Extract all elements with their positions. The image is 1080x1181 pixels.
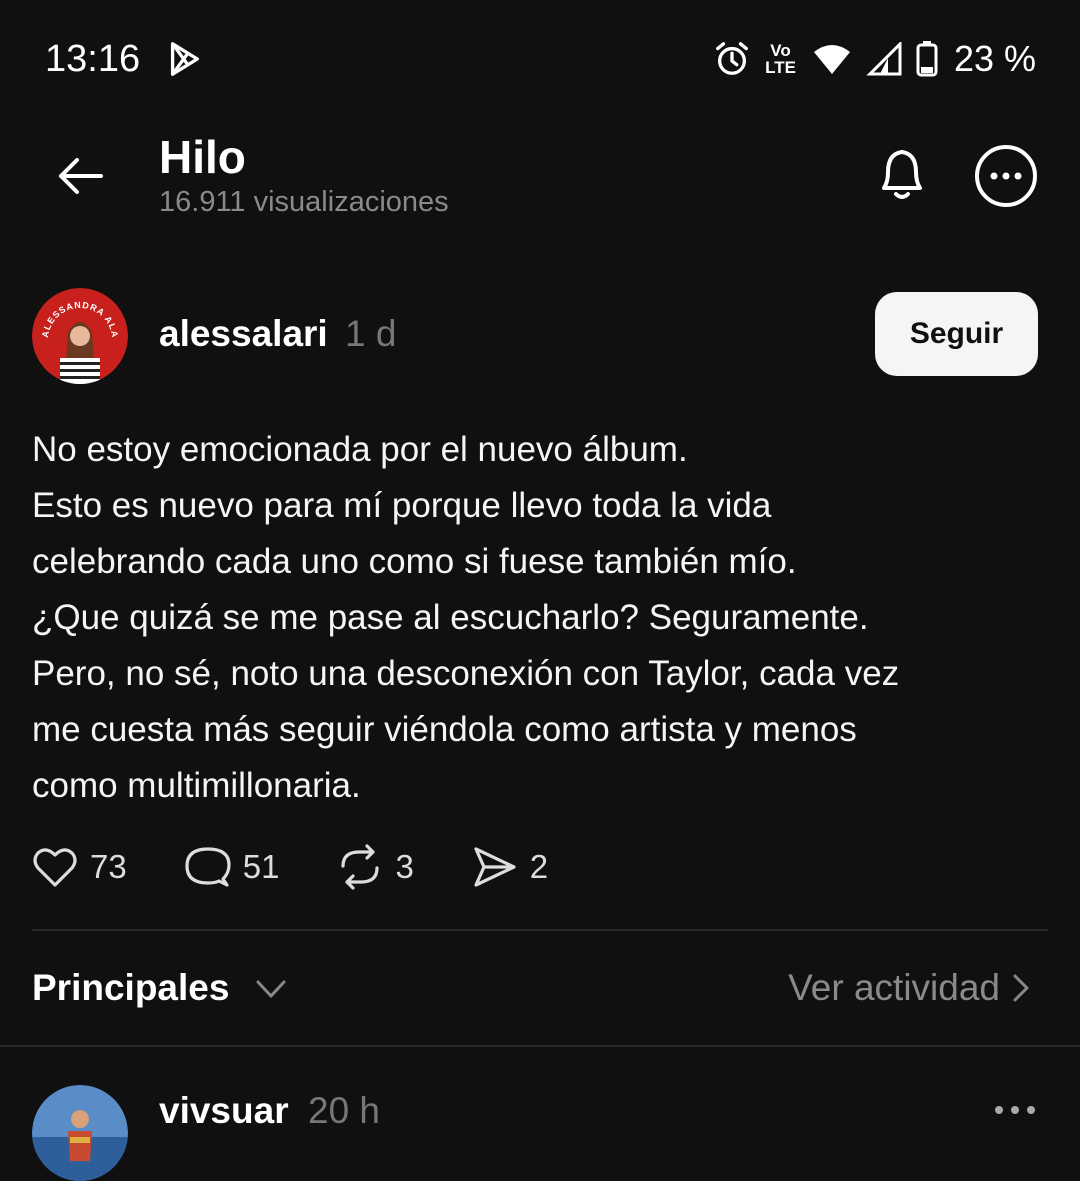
like-button[interactable]: 73 — [32, 846, 127, 888]
volte-bottom-label: LTE — [765, 58, 796, 77]
battery-icon — [916, 41, 938, 77]
reply-more-button[interactable] — [990, 1098, 1040, 1122]
follow-button[interactable]: Seguir — [875, 292, 1038, 376]
post-username[interactable]: alessalari — [159, 313, 328, 355]
back-button[interactable] — [52, 148, 108, 204]
post-text-line: como multimillonaria. — [32, 766, 361, 805]
thread-header: Hilo 16.911 visualizaciones — [0, 118, 1080, 238]
signal-icon — [866, 42, 902, 76]
post-text-line: ¿Que quizá se me pase al escucharlo? Seg… — [32, 598, 869, 637]
post-text-line: Pero, no sé, noto una desconexión con Ta… — [32, 654, 900, 693]
battery-percent: 23 % — [953, 38, 1036, 79]
post-text-line: me cuesta más seguir viéndola como artis… — [32, 710, 857, 749]
sort-dropdown[interactable]: Principales — [32, 967, 229, 1009]
post-text: No estoy emocionada por el nuevo álbum. … — [32, 422, 1042, 814]
avatar[interactable]: ALESSANDRA ALARI — [32, 288, 128, 384]
volte-icon: Vo LTE — [765, 42, 796, 76]
post-text-line: No estoy emocionada por el nuevo álbum. — [32, 430, 688, 469]
replies-sort-row: Principales Ver actividad — [0, 950, 1080, 1030]
reply-username[interactable]: vivsuar — [159, 1090, 289, 1132]
reply-avatar-image — [32, 1085, 128, 1181]
share-button[interactable]: 2 — [472, 845, 548, 889]
post-text-line: Esto es nuevo para mí porque llevo toda … — [32, 486, 772, 525]
chevron-right-icon — [1013, 974, 1029, 1002]
reply-item: vivsuar 20 h — [0, 1070, 1080, 1181]
more-options-button[interactable] — [972, 142, 1040, 210]
volte-top-label: Vo — [770, 41, 791, 60]
play-store-icon — [170, 42, 199, 76]
repost-icon — [341, 844, 380, 890]
bell-icon — [882, 150, 922, 199]
post-actions: 73 51 3 2 — [32, 842, 606, 892]
comment-icon — [185, 847, 231, 887]
repost-count: 3 — [395, 848, 414, 885]
reply-count: 51 — [242, 848, 280, 885]
divider — [0, 1045, 1080, 1047]
wifi-icon — [813, 45, 850, 74]
status-bar: 13:16 Vo LTE 23 % — [0, 0, 1080, 118]
post-timestamp: 1 d — [345, 313, 397, 354]
reply-avatar[interactable] — [32, 1085, 128, 1181]
alarm-icon — [716, 42, 748, 75]
page-title: Hilo — [159, 131, 246, 183]
share-count: 2 — [529, 848, 549, 885]
status-time: 13:16 — [45, 38, 141, 80]
send-icon — [474, 847, 516, 887]
reply-timestamp: 20 h — [308, 1090, 381, 1131]
heart-icon — [33, 848, 77, 887]
repost-button[interactable]: 3 — [337, 844, 414, 890]
divider — [32, 929, 1048, 931]
view-count: 16.911 visualizaciones — [159, 186, 449, 218]
view-activity-link[interactable]: Ver actividad — [788, 967, 1030, 1009]
reply-button[interactable]: 51 — [185, 845, 280, 889]
post-text-line: celebrando cada uno como si fuese tambié… — [32, 542, 797, 581]
more-circle-icon — [975, 145, 1037, 207]
view-activity-label: Ver actividad — [788, 967, 1000, 1008]
like-count: 73 — [90, 848, 127, 885]
more-dots-icon — [995, 1106, 1035, 1114]
notifications-button[interactable] — [868, 140, 936, 208]
back-arrow-icon — [59, 158, 103, 194]
chevron-down-icon[interactable] — [254, 972, 288, 1006]
avatar-image: ALESSANDRA ALARI — [32, 288, 128, 384]
